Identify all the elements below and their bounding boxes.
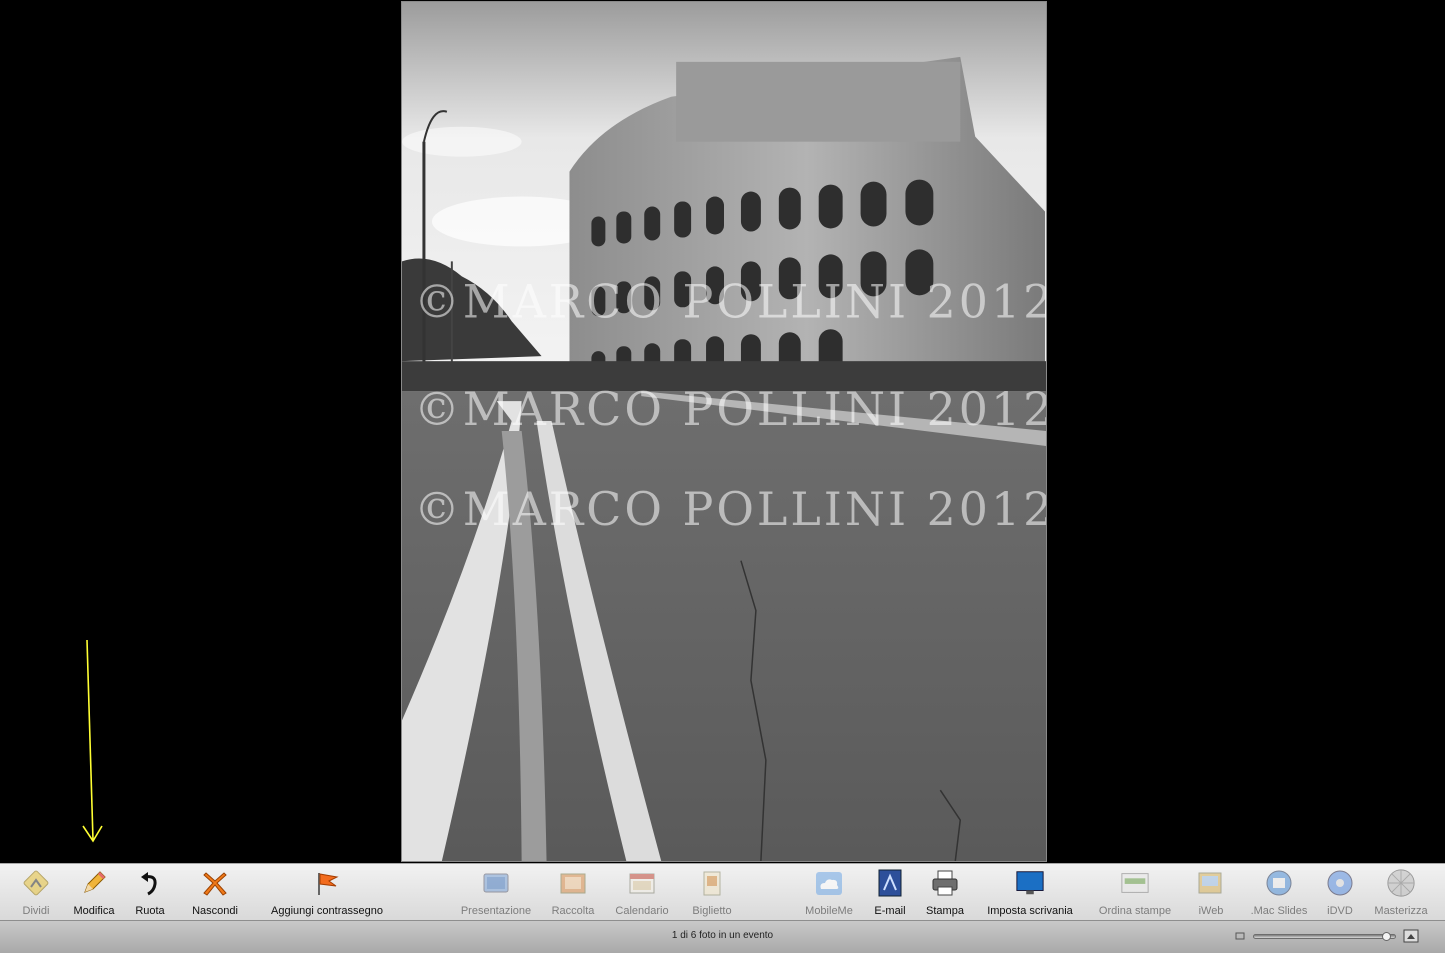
calendar-label: Calendario	[615, 905, 669, 917]
zoom-slider[interactable]	[1253, 932, 1396, 941]
burn-button[interactable]: Masterizza	[1368, 867, 1434, 919]
idvd-label: iDVD	[1327, 905, 1353, 917]
set-desktop-label: Imposta scrivania	[987, 905, 1073, 917]
email-icon	[875, 867, 905, 899]
mobileme-button[interactable]: MobileMe	[800, 867, 858, 919]
flag-icon	[312, 867, 342, 899]
edit-label: Modifica	[73, 905, 115, 917]
idvd-button[interactable]: iDVD	[1321, 867, 1359, 919]
watermark-line-1: ©MARCO POLLINI 2012	[414, 274, 1046, 328]
burn-label: Masterizza	[1374, 905, 1428, 917]
card-label: Biglietto	[692, 905, 732, 917]
desktop-icon	[1015, 867, 1045, 899]
mobileme-label: MobileMe	[805, 905, 853, 917]
photo-count-status: 1 di 6 foto in un evento	[671, 930, 774, 941]
photo-colosseum[interactable]: ©MARCO POLLINI 2012 ©MARCO POLLINI 2012 …	[401, 1, 1047, 862]
card-icon	[697, 867, 727, 899]
hide-x-icon	[200, 867, 230, 899]
iweb-label: iWeb	[1198, 905, 1224, 917]
printer-icon	[930, 867, 960, 899]
pencil-icon	[79, 867, 109, 899]
order-prints-button[interactable]: Ordina stampe	[1092, 867, 1178, 919]
watermark-line-2: ©MARCO POLLINI 2012	[414, 382, 1046, 436]
watermark-line-3: ©MARCO POLLINI 2012	[414, 482, 1046, 536]
book-button[interactable]: Raccolta	[548, 867, 598, 919]
yellow-annotation-arrow	[82, 639, 103, 843]
status-bar: 1 di 6 foto in un evento	[0, 920, 1445, 953]
print-label: Stampa	[926, 905, 964, 917]
book-label: Raccolta	[551, 905, 595, 917]
order-prints-icon	[1120, 867, 1150, 899]
rotate-icon	[135, 867, 165, 899]
card-button[interactable]: Biglietto	[686, 867, 738, 919]
add-flag-button[interactable]: Aggiungi contrassegno	[262, 867, 392, 919]
dvd-icon	[1325, 867, 1355, 899]
set-desktop-button[interactable]: Imposta scrivania	[980, 867, 1080, 919]
email-button[interactable]: E-mail	[868, 867, 912, 919]
zoom-slider-thumb[interactable]	[1382, 932, 1391, 941]
split-event-icon	[21, 867, 51, 899]
rotate-label: Ruota	[135, 905, 165, 917]
slideshow-icon	[481, 867, 511, 899]
cloud-icon	[814, 867, 844, 899]
zoom-out-icon[interactable]	[1235, 931, 1245, 941]
slideshow-button[interactable]: Presentazione	[455, 867, 537, 919]
hide-label: Nascondi	[192, 905, 238, 917]
photo-viewer: ©MARCO POLLINI 2012 ©MARCO POLLINI 2012 …	[0, 0, 1445, 863]
slideshow-label: Presentazione	[460, 905, 532, 917]
calendar-button[interactable]: Calendario	[611, 867, 673, 919]
calendar-icon	[627, 867, 657, 899]
rotate-button[interactable]: Ruota	[129, 867, 171, 919]
photo-image: ©MARCO POLLINI 2012 ©MARCO POLLINI 2012 …	[402, 2, 1046, 861]
split-label: Dividi	[22, 905, 50, 917]
iweb-button[interactable]: iWeb	[1191, 867, 1231, 919]
mac-slides-label: .Mac Slides	[1250, 905, 1308, 917]
mac-slides-icon	[1264, 867, 1294, 899]
iweb-icon	[1196, 867, 1226, 899]
book-icon	[558, 867, 588, 899]
hide-button[interactable]: Nascondi	[186, 867, 244, 919]
mac-slides-button[interactable]: .Mac Slides	[1246, 867, 1312, 919]
email-label: E-mail	[874, 905, 906, 917]
split-button[interactable]: Dividi	[13, 867, 59, 919]
burn-disc-icon	[1386, 867, 1416, 899]
zoom-in-icon[interactable]	[1403, 929, 1419, 943]
order-prints-label: Ordina stampe	[1098, 905, 1172, 917]
print-button[interactable]: Stampa	[922, 867, 968, 919]
add-flag-label: Aggiungi contrassegno	[271, 905, 383, 917]
bottom-toolbar: Dividi Modifica Ruota Nascondi Aggiungi …	[0, 863, 1445, 920]
edit-button[interactable]: Modifica	[66, 867, 122, 919]
